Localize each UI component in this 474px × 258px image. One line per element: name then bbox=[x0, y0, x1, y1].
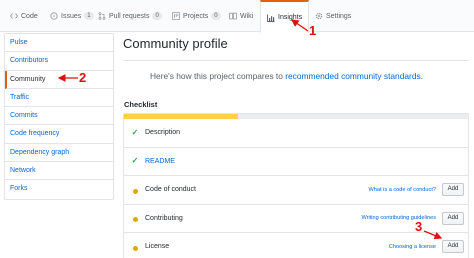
issue-count-badge: 1 bbox=[84, 12, 94, 20]
tab-settings[interactable]: Settings bbox=[315, 0, 351, 32]
check-icon: ✓ bbox=[131, 156, 139, 166]
pending-dot-icon bbox=[131, 181, 139, 199]
readme-link[interactable]: README bbox=[145, 158, 175, 165]
sidebar-item-pulse[interactable]: Pulse bbox=[5, 34, 113, 53]
tab-wiki[interactable]: Wiki bbox=[229, 0, 253, 32]
sidebar-item-commits[interactable]: Commits bbox=[5, 107, 113, 126]
tab-issues[interactable]: Issues 1 bbox=[50, 0, 94, 32]
tab-label: Projects bbox=[183, 12, 209, 20]
add-license-button[interactable]: Add bbox=[442, 240, 464, 254]
add-contributing-button[interactable]: Add bbox=[442, 211, 464, 225]
checklist-item-label: Description bbox=[145, 129, 181, 137]
tab-label: Wiki bbox=[240, 12, 254, 20]
code-of-conduct-help-link[interactable]: What is a code of conduct? bbox=[369, 187, 436, 193]
repo-tab-bar: Code Issues 1 Pull requests 0 Projects 0… bbox=[0, 0, 474, 33]
tab-label: Issues bbox=[61, 12, 82, 20]
intro-text: Here's how this project compares to bbox=[150, 71, 286, 81]
sidebar-item-dependency-graph[interactable]: Dependency graph bbox=[5, 144, 113, 163]
tab-code[interactable]: Code bbox=[10, 0, 38, 32]
gear-icon bbox=[315, 12, 323, 20]
sidebar-item-code-frequency[interactable]: Code frequency bbox=[5, 125, 113, 144]
tab-label: Code bbox=[21, 12, 38, 20]
community-standards-link[interactable]: recommended community standards bbox=[285, 71, 420, 81]
annotation-number-3: 3 bbox=[415, 219, 423, 234]
page-title: Community profile bbox=[123, 36, 228, 51]
project-count-badge: 0 bbox=[211, 12, 221, 20]
annotation-number-2: 2 bbox=[79, 70, 87, 85]
graph-icon bbox=[267, 14, 275, 22]
tab-label: Pull requests bbox=[109, 12, 150, 20]
pull-request-icon bbox=[98, 12, 106, 20]
checklist-item-label: Code of conduct bbox=[145, 186, 196, 194]
tab-label: Settings bbox=[326, 12, 352, 20]
checklist-item-label: License bbox=[145, 243, 170, 251]
sidebar-item-network[interactable]: Network bbox=[5, 162, 113, 181]
project-icon bbox=[172, 12, 180, 20]
checklist-item-label: Contributing bbox=[145, 214, 183, 222]
checklist-row-license: License Choosing a license Add bbox=[124, 233, 468, 258]
tab-label: Insights bbox=[278, 14, 303, 21]
annotation-number-1: 1 bbox=[309, 23, 317, 38]
sidebar-item-forks[interactable]: Forks bbox=[5, 180, 113, 198]
sidebar-item-community[interactable]: Community bbox=[5, 70, 113, 89]
checklist-row-description: ✓ Description bbox=[124, 119, 468, 148]
book-icon bbox=[229, 12, 237, 20]
title-divider bbox=[123, 60, 469, 61]
check-icon: ✓ bbox=[131, 127, 139, 137]
pending-dot-icon bbox=[131, 238, 139, 256]
checklist-row-code-of-conduct: Code of conduct What is a code of conduc… bbox=[124, 176, 468, 205]
checklist-box: ✓ Description ✓ README Code of conduct W… bbox=[123, 113, 469, 258]
tab-pull-requests[interactable]: Pull requests 0 bbox=[98, 0, 162, 32]
issue-icon bbox=[50, 12, 58, 20]
add-code-of-conduct-button[interactable]: Add bbox=[442, 183, 464, 197]
tab-insights[interactable]: Insights bbox=[260, 0, 310, 33]
insights-sidebar: Pulse Contributors Community Traffic Com… bbox=[4, 33, 114, 200]
pending-dot-icon bbox=[131, 209, 139, 227]
checklist-row-readme: ✓ README bbox=[124, 148, 468, 176]
checklist-heading: Checklist bbox=[124, 100, 158, 109]
sidebar-item-contributors[interactable]: Contributors bbox=[5, 52, 113, 71]
license-help-link[interactable]: Choosing a license bbox=[389, 244, 436, 250]
intro-period: . bbox=[420, 71, 423, 81]
pull-request-count-badge: 0 bbox=[152, 12, 162, 20]
community-standards-intro: Here's how this project compares to reco… bbox=[150, 71, 423, 81]
code-icon bbox=[10, 13, 18, 19]
contributing-help-link[interactable]: Writing contributing guidelines bbox=[361, 215, 436, 221]
tab-projects[interactable]: Projects 0 bbox=[172, 0, 221, 32]
sidebar-item-traffic[interactable]: Traffic bbox=[5, 89, 113, 108]
